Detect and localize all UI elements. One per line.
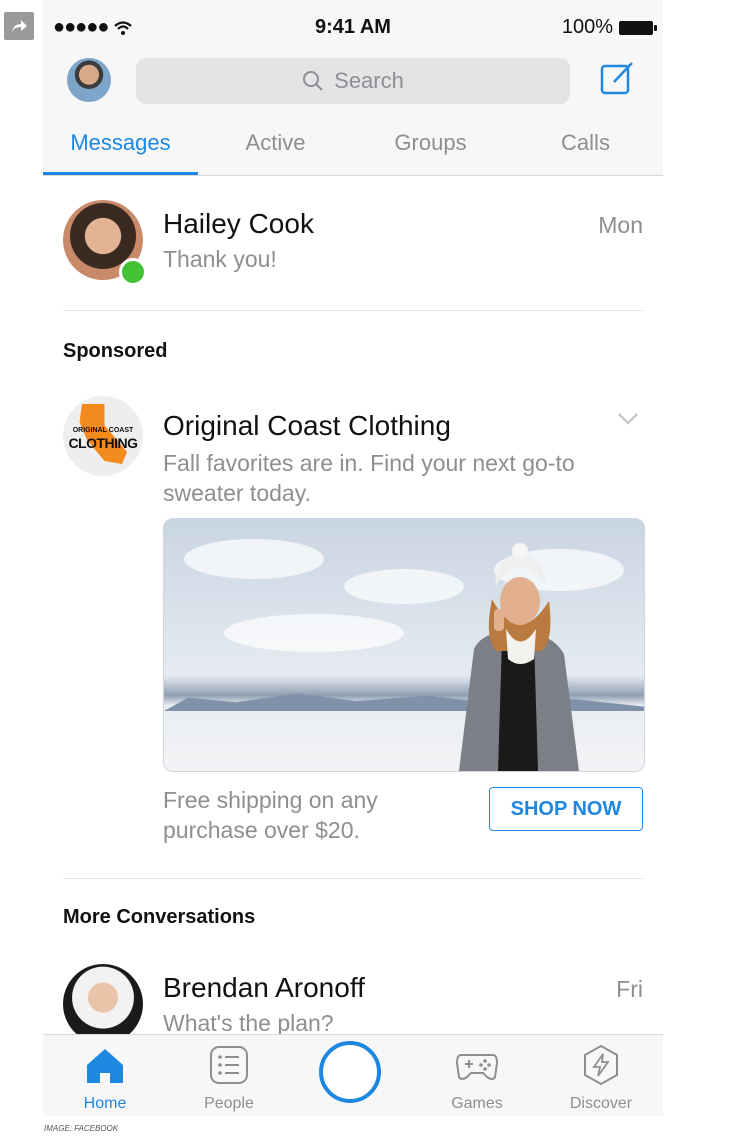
header: ●●●●● 9:41 AM 100% Search Messages Activ… xyxy=(43,0,663,176)
logo-text-bottom: CLOTHING xyxy=(68,435,138,451)
tab-games-label: Games xyxy=(451,1095,503,1112)
camera-circle-icon[interactable] xyxy=(319,1041,381,1103)
cloud xyxy=(224,614,404,652)
tab-messages[interactable]: Messages xyxy=(43,120,198,175)
divider xyxy=(63,878,643,879)
compose-icon[interactable] xyxy=(600,60,636,96)
contact-name: Brendan Aronoff xyxy=(163,972,365,1003)
search-input[interactable]: Search xyxy=(136,58,570,104)
battery-indicator: 100% xyxy=(561,16,657,39)
image-credit: IMAGE: FACEBOOK xyxy=(44,1124,119,1133)
tab-home[interactable]: Home xyxy=(55,1035,155,1116)
divider xyxy=(63,310,643,311)
messenger-screen: ●●●●● 9:41 AM 100% Search Messages Activ… xyxy=(43,0,663,1116)
ad-image[interactable] xyxy=(163,518,645,772)
cloud xyxy=(184,539,324,579)
conversation-row[interactable]: Hailey Cook Thank you! Mon xyxy=(43,200,663,286)
tab-discover-label: Discover xyxy=(569,1095,633,1112)
profile-avatar[interactable] xyxy=(67,58,111,102)
shop-now-button[interactable]: SHOP NOW xyxy=(489,787,643,831)
search-placeholder: Search xyxy=(334,68,404,93)
tab-home-label: Home xyxy=(83,1095,127,1112)
chevron-down-icon[interactable] xyxy=(617,412,639,426)
battery-percent: 100% xyxy=(561,16,613,38)
sponsored-heading: Sponsored xyxy=(63,340,168,362)
tab-groups[interactable]: Groups xyxy=(353,120,508,175)
message-preview: Thank you! xyxy=(163,246,277,272)
gamepad-icon xyxy=(455,1054,499,1080)
more-conversations-heading: More Conversations xyxy=(63,906,256,928)
brand-logo[interactable]: ORIGINAL COAST CLOTHING xyxy=(63,396,143,476)
discover-icon xyxy=(584,1044,618,1086)
tab-discover[interactable]: Discover xyxy=(551,1035,651,1116)
tab-calls[interactable]: Calls xyxy=(508,120,663,175)
woman-photo xyxy=(459,543,579,771)
ad-message: Fall favorites are in. Find your next go… xyxy=(163,450,575,506)
tab-bar-top: Messages Active Groups Calls xyxy=(43,120,663,175)
search-icon xyxy=(303,71,323,91)
cloud xyxy=(344,569,464,604)
california-shape-icon xyxy=(79,404,127,464)
message-preview: What's the plan? xyxy=(163,1010,334,1036)
contact-name: Hailey Cook xyxy=(163,208,314,239)
share-icon[interactable] xyxy=(4,12,34,40)
ad-cta-text: Free shipping on any purchase over $20. xyxy=(163,787,378,843)
people-list-icon xyxy=(210,1046,248,1084)
tab-active[interactable]: Active xyxy=(198,120,353,175)
message-time: Mon xyxy=(598,212,643,238)
bottom-tab-bar: Home People Games Discover xyxy=(43,1034,663,1116)
battery-icon xyxy=(619,20,657,35)
tab-people-label: People xyxy=(204,1095,254,1112)
status-bar: ●●●●● 9:41 AM 100% xyxy=(43,14,663,42)
message-time: Fri xyxy=(616,976,643,1002)
logo-text-top: ORIGINAL COAST xyxy=(72,427,134,434)
home-icon xyxy=(87,1049,123,1083)
tab-games[interactable]: Games xyxy=(427,1035,527,1116)
avatar xyxy=(63,964,143,1044)
online-indicator xyxy=(119,258,147,286)
tab-people[interactable]: People xyxy=(179,1035,279,1116)
advertiser-name[interactable]: Original Coast Clothing xyxy=(163,410,451,442)
